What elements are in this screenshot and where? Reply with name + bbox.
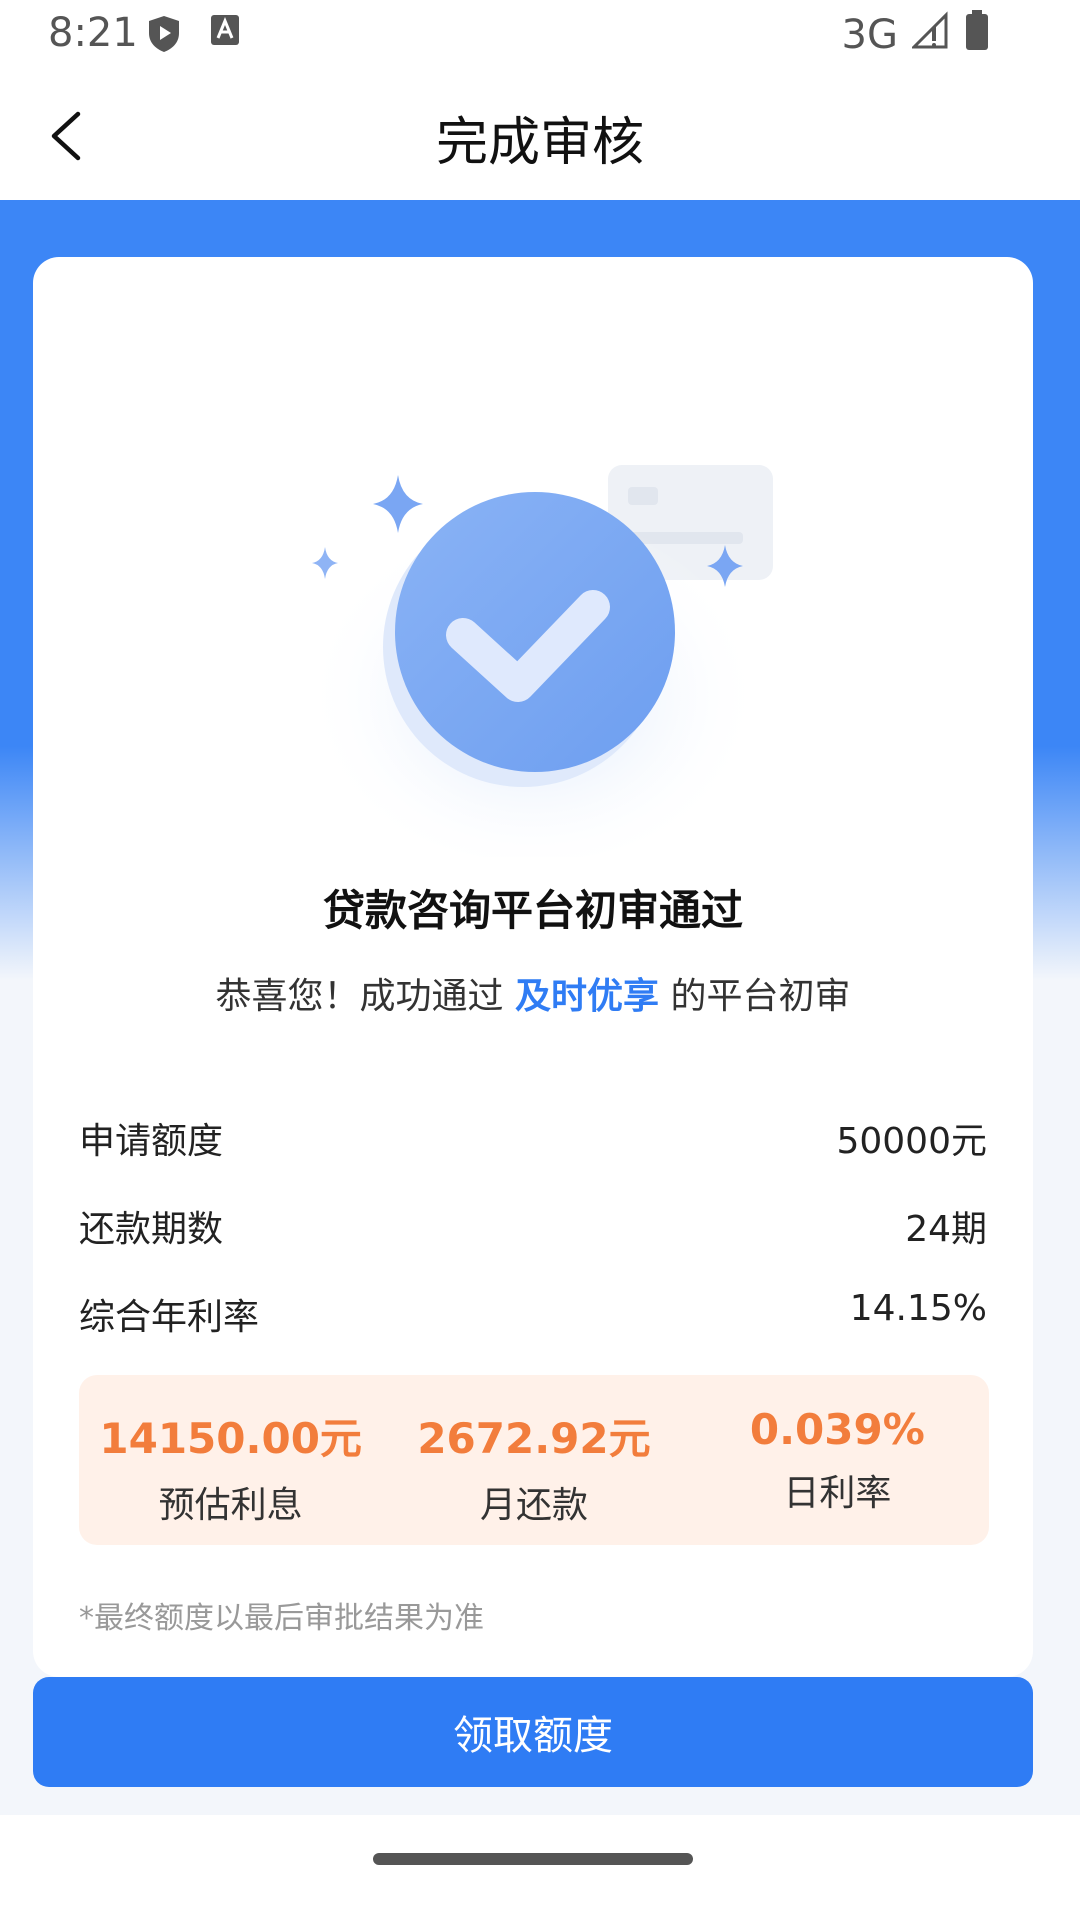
disclaimer-note: *最终额度以最后审批结果为准 xyxy=(79,1601,484,1636)
page-title: 完成审核 xyxy=(435,113,644,173)
summary-label: 日利率 xyxy=(783,1473,892,1514)
summary-value: 14150.00元 xyxy=(99,1414,362,1463)
summary-label: 月还款 xyxy=(479,1485,588,1526)
summary-label: 预估利息 xyxy=(158,1485,303,1526)
bottom-nav-area xyxy=(0,1815,1080,1920)
success-check-illustration xyxy=(303,465,773,857)
signal-icon xyxy=(910,11,950,59)
font-a-icon xyxy=(210,14,240,50)
subtitle-suffix: 的平台初审 xyxy=(659,976,851,1017)
status-right: 3G xyxy=(842,10,990,60)
status-bar: 8:21 3G xyxy=(0,0,1080,70)
header: 完成审核 xyxy=(0,70,1080,200)
detail-label: 申请额度 xyxy=(79,1121,224,1162)
status-time: 8:21 xyxy=(48,10,138,56)
claim-limit-button[interactable]: 领取额度 xyxy=(33,1677,1033,1787)
home-indicator[interactable] xyxy=(373,1853,693,1865)
subtitle-prefix: 恭喜您！成功通过 xyxy=(215,976,515,1017)
platform-name-link[interactable]: 及时优享 xyxy=(515,976,659,1017)
detail-row-rate: 综合年利率 14.15% xyxy=(79,1288,987,1348)
detail-label: 综合年利率 xyxy=(79,1297,260,1338)
detail-row-terms: 还款期数 24期 xyxy=(79,1200,987,1260)
summary-monthly: 2672.92元 月还款 xyxy=(382,1375,685,1545)
summary-interest: 14150.00元 预估利息 xyxy=(79,1375,382,1545)
detail-label: 还款期数 xyxy=(79,1209,224,1250)
battery-icon xyxy=(964,10,990,60)
detail-value: 50000元 xyxy=(836,1121,987,1162)
result-title: 贷款咨询平台初审通过 xyxy=(322,886,743,935)
repayment-summary: 14150.00元 预估利息 2672.92元 月还款 0.039% 日利率 xyxy=(79,1375,989,1545)
summary-value: 2672.92元 xyxy=(417,1414,651,1463)
detail-row-amount: 申请额度 50000元 xyxy=(79,1112,987,1172)
result-card: 贷款咨询平台初审通过 恭喜您！成功通过 及时优享 的平台初审 申请额度 5000… xyxy=(33,257,1033,1677)
result-subtitle: 恭喜您！成功通过 及时优享 的平台初审 xyxy=(33,967,1033,1019)
network-type: 3G xyxy=(841,12,898,58)
shield-play-icon xyxy=(146,14,182,58)
summary-value: 0.039% xyxy=(749,1405,925,1454)
summary-daily-rate: 0.039% 日利率 xyxy=(686,1375,989,1545)
detail-value: 24期 xyxy=(905,1209,987,1250)
detail-value: 14.15% xyxy=(849,1288,987,1329)
